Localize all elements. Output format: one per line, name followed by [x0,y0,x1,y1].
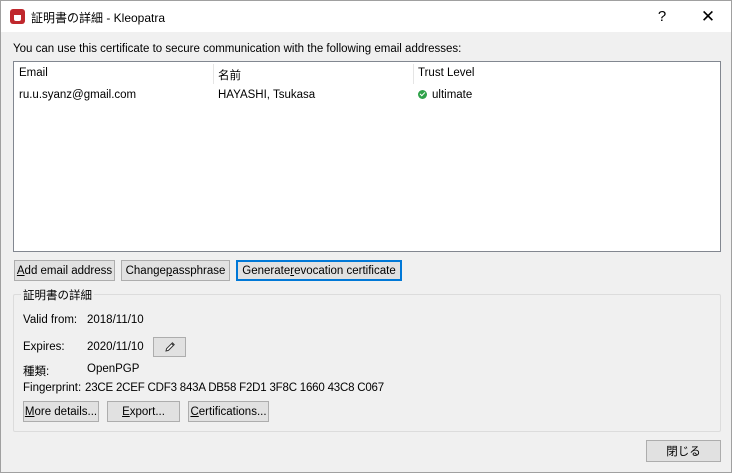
check-circle-icon [418,90,427,100]
help-button[interactable]: ? [639,1,685,32]
valid-from-value: 2018/11/10 [87,314,144,326]
type-value: OpenPGP [87,363,140,375]
column-header-trust-level[interactable]: Trust Level [418,67,474,79]
fingerprint-label: Fingerprint: [23,382,82,394]
expires-label: Expires: [23,341,65,353]
certificate-details-window: 証明書の詳細 - Kleopatra ? ✕ You can use this … [0,0,732,473]
details-group-title: 証明書の詳細 [21,287,94,303]
pencil-icon [164,342,175,352]
column-divider [413,64,414,84]
cell-email[interactable]: ru.u.syanz@gmail.com [19,89,136,101]
column-header-email[interactable]: Email [19,67,48,79]
more-details-button[interactable]: More details... [23,401,99,422]
kleopatra-app-icon [10,9,25,24]
title-bar: 証明書の詳細 - Kleopatra ? ✕ [1,1,731,32]
close-window-button[interactable]: ✕ [685,1,731,32]
expires-value: 2020/11/10 [87,341,144,353]
certifications-button[interactable]: Certifications... [188,401,269,422]
change-passphrase-button[interactable]: Change p assphrase [121,260,230,281]
generate-revocation-certificate-button[interactable]: Generate r evocation certificate [236,260,402,281]
valid-from-label: Valid from: [23,314,78,326]
type-label: 種類: [23,366,50,378]
window-title: 証明書の詳細 - Kleopatra [31,11,166,25]
email-table[interactable]: Email 名前 Trust Level ru.u.syanz@gmail.co… [13,61,721,252]
export-button[interactable]: Export... [107,401,180,422]
cell-trust-level[interactable]: ultimate [418,89,472,101]
intro-text: You can use this certificate to secure c… [13,43,462,55]
column-divider [213,64,214,84]
trust-level-text: ultimate [432,89,473,101]
close-button[interactable]: 閉じる [646,440,721,462]
cell-name[interactable]: HAYASHI, Tsukasa [218,89,315,101]
edit-expiry-button[interactable] [153,337,186,357]
add-email-address-button[interactable]: Add email address [14,260,115,281]
fingerprint-value: 23CE 2CEF CDF3 843A DB58 F2D1 3F8C 1660 … [85,382,384,394]
column-header-name[interactable]: 名前 [218,67,241,83]
